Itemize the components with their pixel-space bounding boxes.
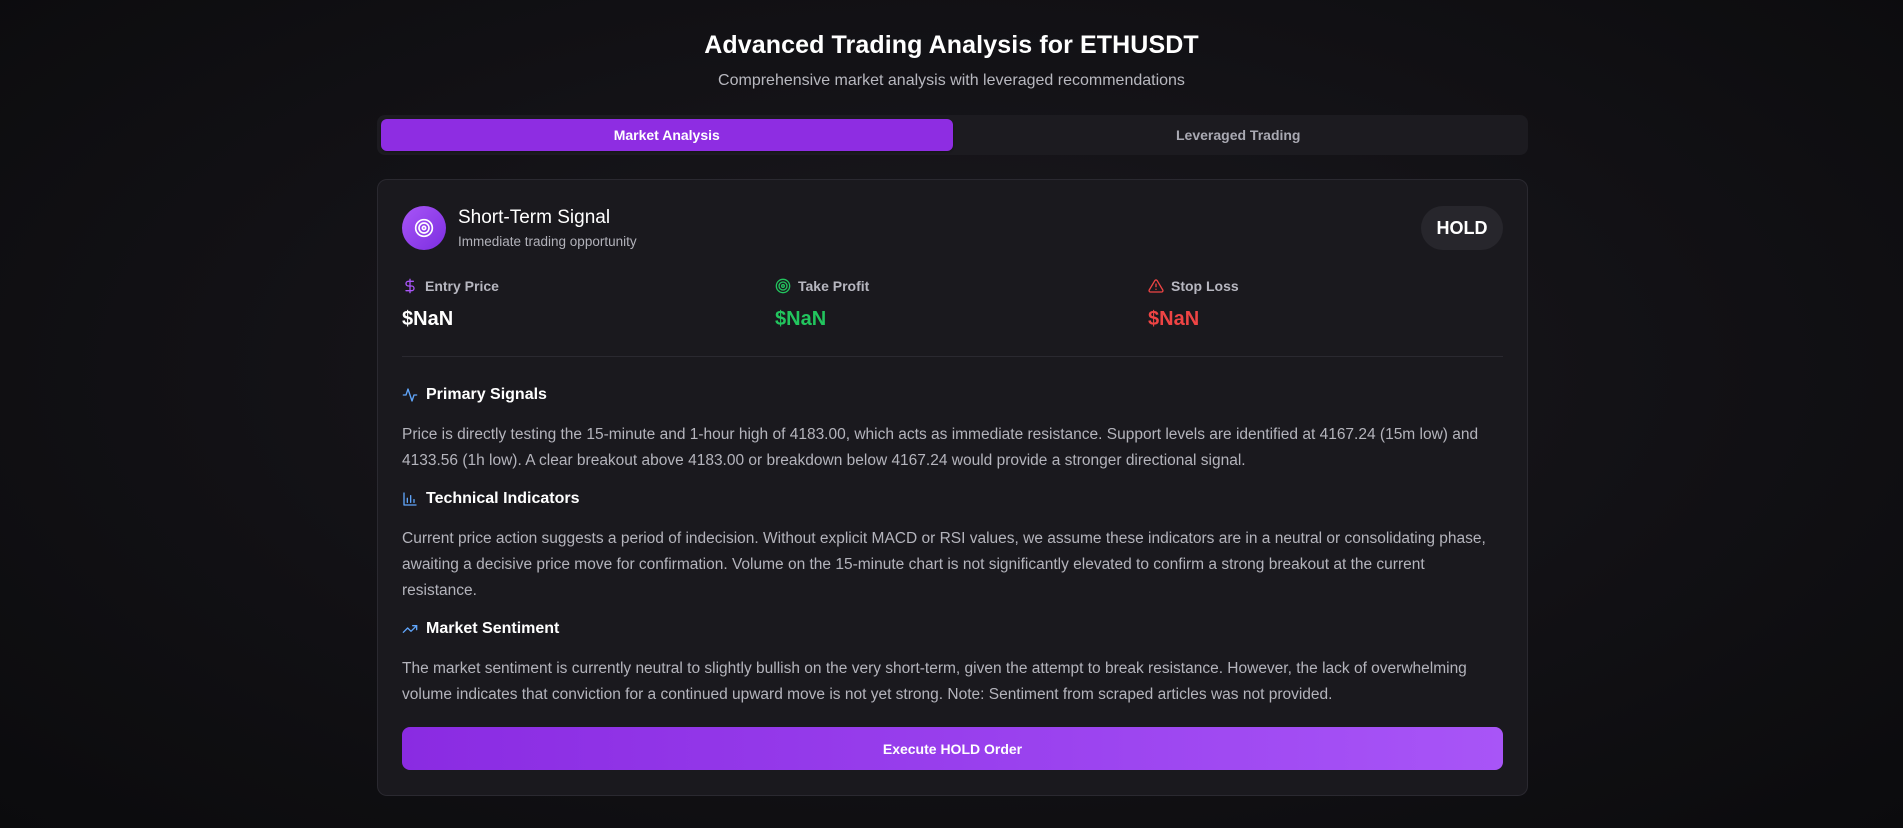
tab-market-analysis[interactable]: Market Analysis <box>381 119 953 151</box>
metric-value: $NaN <box>402 308 454 330</box>
page: Advanced Trading Analysis for ETHUSDT Co… <box>0 0 1903 828</box>
section-market-sentiment: Market Sentiment The market sentiment is… <box>402 619 1503 708</box>
signal-card-header: Short-Term Signal Immediate trading oppo… <box>402 206 1503 252</box>
warning-triangle-icon <box>1148 278 1164 294</box>
activity-icon <box>402 387 418 403</box>
dollar-icon <box>402 278 418 294</box>
metric-label: Stop Loss <box>1171 278 1239 294</box>
target-icon <box>402 206 446 250</box>
signal-subtitle: Immediate trading opportunity <box>458 234 637 249</box>
section-technical-indicators: Technical Indicators Current price actio… <box>402 489 1503 604</box>
metric-entry-price: Entry Price $NaN <box>402 276 762 331</box>
divider <box>402 356 1503 357</box>
signal-card: Short-Term Signal Immediate trading oppo… <box>377 179 1528 796</box>
tab-leveraged-trading[interactable]: Leveraged Trading <box>953 119 1525 151</box>
page-header: Advanced Trading Analysis for ETHUSDT Co… <box>0 28 1903 91</box>
section-body: Price is directly testing the 15-minute … <box>402 426 1479 469</box>
price-metrics: Entry Price $NaN Take Profit $NaN Stop L… <box>402 276 1503 336</box>
signal-title: Short-Term Signal <box>458 207 611 228</box>
section-title: Primary Signals <box>426 386 547 403</box>
target-icon <box>775 278 791 294</box>
section-title: Market Sentiment <box>426 620 560 637</box>
metric-label: Take Profit <box>798 278 870 294</box>
metric-stop-loss: Stop Loss $NaN <box>1148 276 1508 331</box>
metric-value: $NaN <box>775 308 827 330</box>
metric-label: Entry Price <box>425 278 499 294</box>
section-primary-signals: Primary Signals Price is directly testin… <box>402 385 1503 474</box>
page-subtitle: Comprehensive market analysis with lever… <box>718 72 1185 89</box>
metric-value: $NaN <box>1148 308 1200 330</box>
section-body: Current price action suggests a period o… <box>402 530 1486 599</box>
section-title: Technical Indicators <box>426 490 580 507</box>
tab-bar: Market Analysis Leveraged Trading <box>377 115 1528 155</box>
metric-take-profit: Take Profit $NaN <box>775 276 1135 331</box>
signal-badge: HOLD <box>1421 206 1503 250</box>
bar-chart-icon <box>402 491 418 507</box>
trending-up-icon <box>402 621 418 637</box>
section-body: The market sentiment is currently neutra… <box>402 660 1467 703</box>
execute-order-button[interactable]: Execute HOLD Order <box>402 727 1503 770</box>
page-title: Advanced Trading Analysis for ETHUSDT <box>704 31 1199 59</box>
